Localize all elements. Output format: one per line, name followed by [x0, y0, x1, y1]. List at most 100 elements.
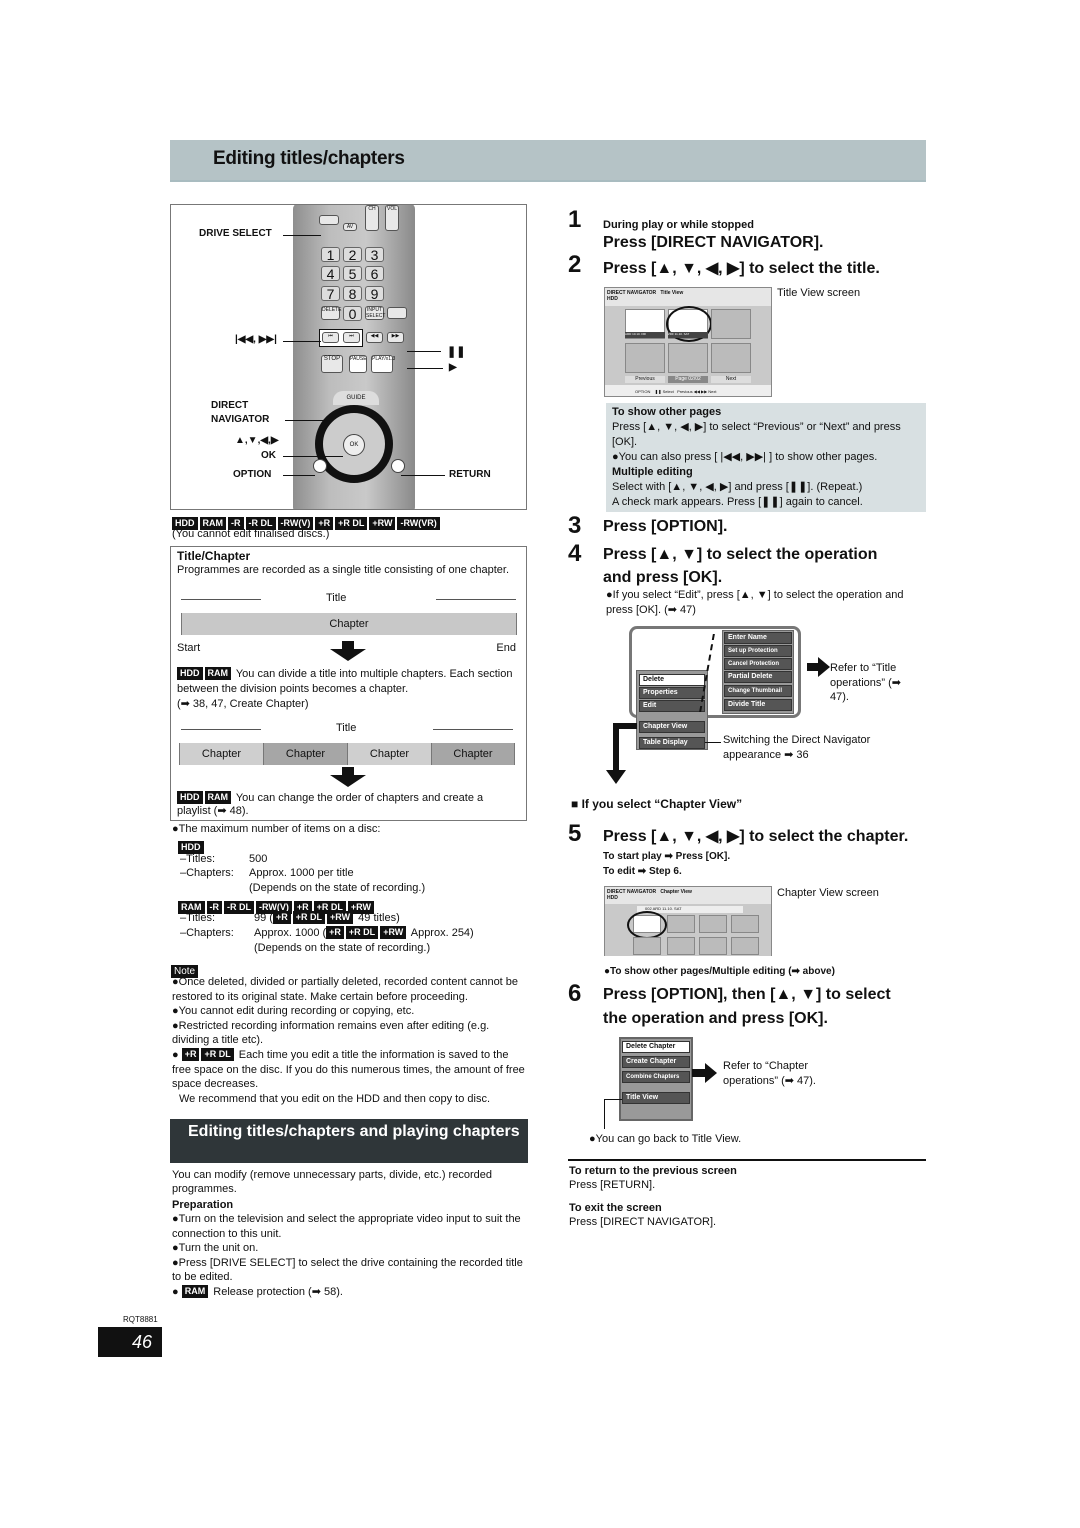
title-span-line-right	[436, 599, 516, 600]
menu-partial-delete[interactable]: Partial Delete	[724, 671, 792, 683]
order-text: HDD RAM You can change the order of chapt…	[177, 791, 517, 818]
play-key: PLAY/x1.3	[371, 355, 395, 373]
down-arrow-icon	[330, 649, 366, 661]
hdd-titles-value: 500	[249, 853, 268, 865]
key-9: 9	[365, 286, 384, 301]
menu-combine-chapters[interactable]: Combine Chapters	[622, 1071, 690, 1083]
other-pages-note: To show other pages Press [▲, ▼, ◀, ▶] t…	[606, 403, 926, 512]
menu-create-chapter[interactable]: Create Chapter	[622, 1056, 690, 1068]
step-6-title-1: Press [OPTION], then [▲, ▼] to select	[603, 986, 891, 1003]
leader-line	[283, 456, 343, 457]
label-pause: ❚❚	[447, 346, 466, 358]
menu-delete-chapter[interactable]: Delete Chapter	[622, 1041, 690, 1053]
step-4-note: ●If you select “Edit”, press [▲, ▼] to s…	[606, 589, 904, 616]
chapter-bar-2: Chapter	[263, 743, 347, 765]
badge-plus-r: +R	[181, 1047, 200, 1061]
menu-set-up-protection[interactable]: Set up Protection	[724, 645, 792, 657]
skip-forward-key: ⏭	[343, 332, 360, 343]
label-arrows: ▲,▼,◀,▶	[235, 435, 279, 446]
step-2-title: Press [▲, ▼, ◀, ▶] to select the title.	[603, 260, 880, 277]
chapter-thumb-6[interactable]	[667, 937, 695, 955]
leader-line	[401, 475, 445, 476]
step-4-title-1: Press [▲, ▼] to select the operation	[603, 546, 878, 563]
menu-enter-name[interactable]: Enter Name	[724, 632, 792, 644]
menu-edit[interactable]: Edit	[639, 700, 705, 712]
other-pages-bullet: ●You can also press [ |◀◀, ▶▶| ] to show…	[612, 451, 878, 463]
menu-properties[interactable]: Properties	[639, 687, 705, 699]
leader-line	[283, 341, 321, 342]
disc-chapters-suffix: Approx. 254)	[410, 927, 474, 939]
step-4-title-2: and press [OK].	[603, 569, 723, 586]
key-5: 5	[343, 266, 362, 281]
thumbnail-1-label: ARD 10.10. FRI	[625, 332, 665, 338]
label-navigator: NAVIGATOR	[211, 414, 270, 425]
badge-ram: RAM	[204, 791, 231, 804]
chapter-thumb-3[interactable]	[699, 915, 727, 933]
step-1-title: Press [DIRECT NAVIGATOR].	[603, 234, 824, 251]
slow-forward-key: ▶▶	[387, 332, 404, 343]
previous-button[interactable]: Previous	[625, 376, 665, 383]
delete-key: DELETE	[321, 306, 341, 320]
return-text: Press [RETURN].	[569, 1179, 656, 1191]
thumbnail-3[interactable]	[711, 309, 751, 339]
step-5-play: To start play ➡ Press [OK].	[603, 851, 731, 862]
max-items-intro: ●The maximum number of items on a disc:	[172, 823, 381, 835]
prep-item: ● RAM Release protection (➡ 58).	[172, 1284, 343, 1298]
title-label: Title	[336, 722, 357, 734]
connector-line	[604, 1099, 622, 1100]
title-chapter-intro: Programmes are recorded as a single titl…	[177, 564, 510, 576]
screen-drive-label: HDD	[607, 296, 618, 302]
chapter-thumb-5[interactable]	[633, 937, 661, 955]
key-0: 0	[343, 306, 362, 321]
step-4-number: 4	[568, 540, 582, 567]
chapter-thumb-4[interactable]	[731, 915, 759, 933]
menu-delete[interactable]: Delete	[639, 674, 705, 686]
badge-plus-rw: +RW	[327, 911, 354, 924]
thumbnail-2-label: ZDF 11.10. SAT	[668, 332, 708, 338]
divide-text: HDD RAM You can divide a title into multi…	[177, 667, 517, 697]
hdd-titles-label: –Titles:	[180, 853, 216, 865]
note-item: ● +R +R DL Each time you edit a title the…	[172, 1047, 525, 1091]
down-arrow-icon	[330, 775, 366, 787]
menu-cancel-protection[interactable]: Cancel Protection	[724, 658, 792, 670]
menu-chapter-view[interactable]: Chapter View	[639, 721, 705, 733]
arrow-stem	[692, 1069, 706, 1077]
badge-plus-r-dl: +R DL	[345, 926, 379, 939]
document-code: RQT8881	[123, 1315, 158, 1324]
thumbnail-6[interactable]	[711, 343, 751, 373]
title-chapter-heading: Title/Chapter	[177, 549, 251, 563]
multiple-editing-text-2: A check mark appears. Press [❚❚] again t…	[612, 496, 863, 508]
thumbnail-5[interactable]	[668, 343, 708, 373]
title-view-screen: DIRECT NAVIGATOR Title View HDD ARD 10.10…	[604, 287, 772, 397]
next-button[interactable]: Next	[711, 376, 751, 383]
vol-key: VOL	[385, 205, 399, 231]
return-key	[391, 459, 405, 473]
label-ok: OK	[261, 450, 276, 461]
menu-divide-title[interactable]: Divide Title	[724, 699, 792, 711]
single-chapter-bar: Chapter	[181, 613, 517, 635]
thumbnail-4[interactable]	[625, 343, 665, 373]
chapter-thumb-2[interactable]	[667, 915, 695, 933]
start-label: Start	[177, 642, 201, 654]
chapter-thumb-7[interactable]	[699, 937, 727, 955]
chapter-thumb-8[interactable]	[731, 937, 759, 955]
note-item: ●Restricted recording information remain…	[172, 1019, 490, 1047]
disc-depends: (Depends on the state of recording.)	[254, 942, 431, 954]
title-span-line-left	[181, 599, 261, 600]
preparation-heading: Preparation	[172, 1199, 234, 1211]
label-skip: |◀◀, ▶▶|	[235, 334, 277, 345]
badge-plus-r-dl: +R DL	[335, 517, 368, 530]
menu-change-thumbnail[interactable]: Change Thumbnail	[724, 685, 792, 697]
page-number: 46	[98, 1327, 162, 1357]
menu-table-display[interactable]: Table Display	[639, 737, 705, 749]
key-1: 1	[321, 247, 340, 262]
menu-title-view[interactable]: Title View	[622, 1092, 690, 1104]
ok-key: OK	[343, 434, 365, 456]
chapter-bar-3: Chapter	[347, 743, 431, 765]
step-5-number: 5	[568, 820, 582, 847]
prog-check-key	[387, 307, 407, 319]
end-label: End	[496, 642, 516, 654]
badge-rw-vr: -RW(VR)	[397, 517, 440, 530]
badge-hdd: HDD	[177, 791, 203, 804]
drive-select-key	[319, 215, 339, 225]
